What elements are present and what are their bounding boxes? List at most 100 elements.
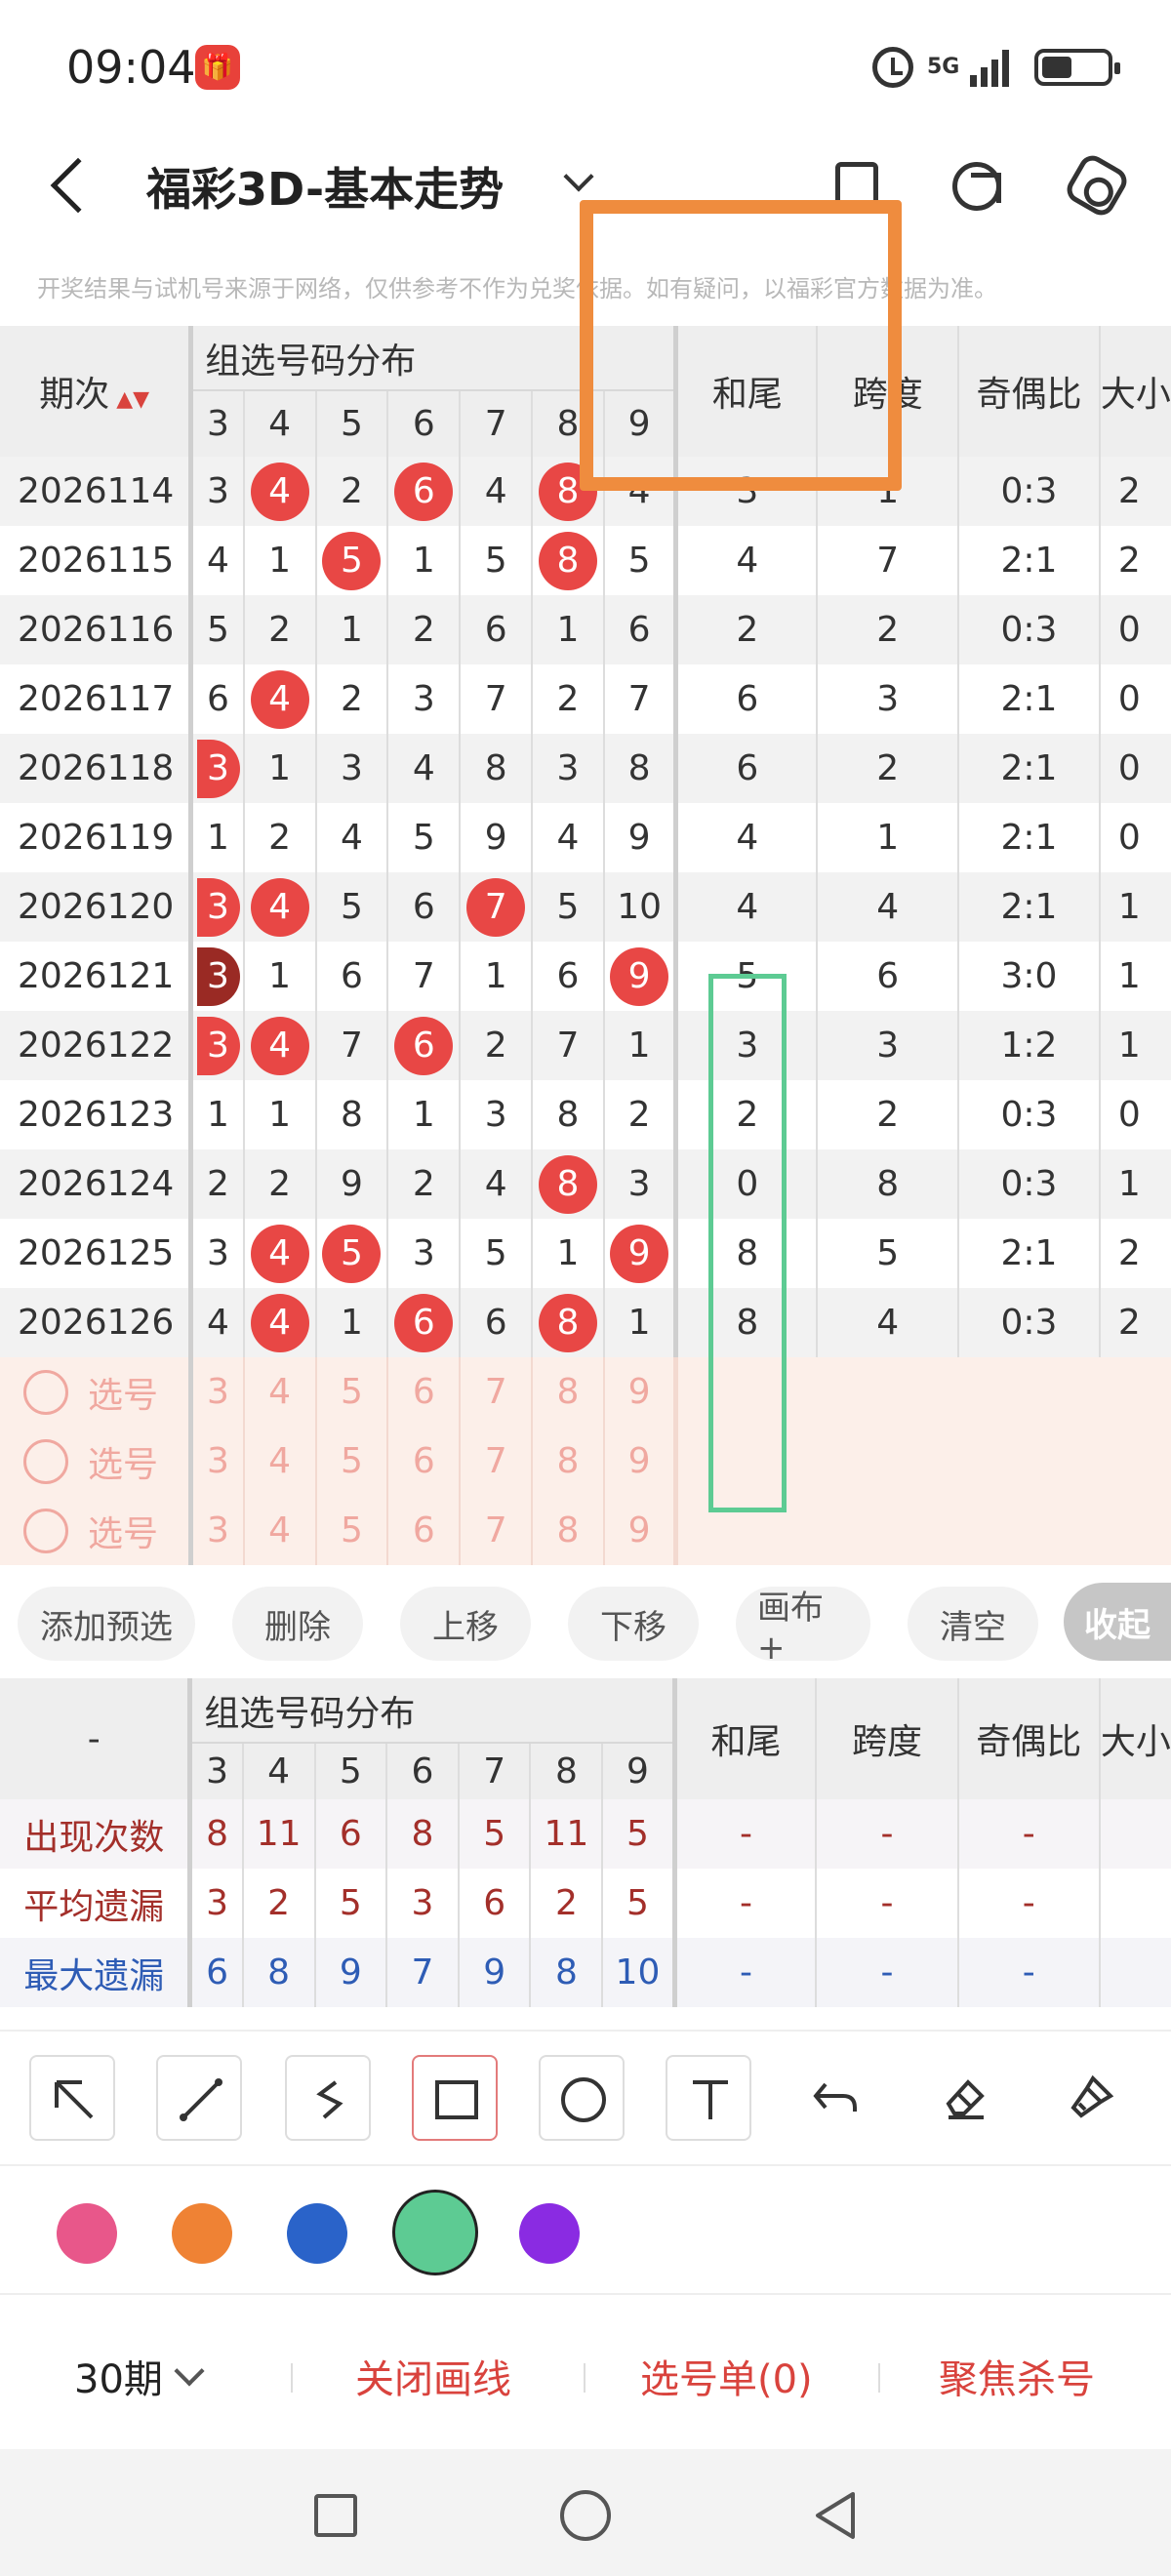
digit-cell[interactable]: 1 (190, 803, 245, 872)
pick-digit[interactable]: 6 (387, 1496, 462, 1565)
digit-cell[interactable]: 1 (315, 595, 389, 664)
digit-cell[interactable]: 5 (460, 526, 534, 595)
period-selector[interactable]: 30期 (74, 2348, 205, 2404)
page-title[interactable]: 福彩3D-基本走势 (146, 154, 504, 219)
pick-digit[interactable]: 7 (460, 1496, 534, 1565)
digit-cell[interactable]: 3 (190, 942, 245, 1011)
digit-cell[interactable]: 4 (532, 803, 605, 872)
digit-cell[interactable]: 9 (315, 1149, 389, 1219)
pick-digit[interactable]: 9 (603, 1357, 679, 1427)
digit-cell[interactable]: 4 (243, 1011, 317, 1080)
digit-cell[interactable]: 2 (315, 457, 389, 526)
back-icon[interactable] (50, 157, 106, 214)
digit-cell[interactable]: 9 (603, 942, 679, 1011)
digit-cell[interactable]: 5 (190, 595, 245, 664)
sort-icon[interactable]: ▲▼ (109, 387, 149, 412)
digit-cell[interactable]: 6 (190, 664, 245, 734)
drawn-rectangle-orange[interactable] (580, 200, 902, 491)
digit-cell[interactable]: 7 (603, 664, 679, 734)
freehand-tool-icon[interactable] (285, 2055, 371, 2141)
digit-cell[interactable]: 6 (603, 595, 679, 664)
settings-icon[interactable] (1062, 150, 1132, 221)
digit-cell[interactable]: 3 (460, 1080, 534, 1149)
digit-cell[interactable]: 9 (603, 1219, 679, 1288)
focus-kill-button[interactable]: 聚焦杀号 (939, 2348, 1095, 2404)
color-swatch-pink[interactable] (57, 2203, 117, 2264)
pick-row[interactable]: 选号 3 4 5 6 7 8 9 (0, 1427, 1171, 1496)
arrow-tool-icon[interactable] (29, 2055, 115, 2141)
digit-cell[interactable]: 1 (190, 1080, 245, 1149)
digit-cell[interactable]: 5 (315, 526, 389, 595)
digit-cell[interactable]: 7 (387, 942, 462, 1011)
clear-button[interactable]: 清空 (908, 1587, 1038, 1661)
digit-cell[interactable]: 3 (190, 872, 245, 942)
delete-button[interactable]: 删除 (232, 1587, 363, 1661)
color-swatch-orange[interactable] (172, 2203, 232, 2264)
digit-cell[interactable]: 1 (387, 526, 462, 595)
digit-cell[interactable]: 1 (243, 734, 317, 803)
digit-cell[interactable]: 6 (315, 942, 389, 1011)
close-drawing-button[interactable]: 关闭画线 (355, 2348, 511, 2404)
drawn-rectangle-green[interactable] (708, 974, 787, 1512)
pick-digit[interactable]: 4 (243, 1496, 317, 1565)
digit-cell[interactable]: 4 (190, 526, 245, 595)
digit-cell[interactable]: 2 (387, 595, 462, 664)
digit-cell[interactable]: 1 (532, 1219, 605, 1288)
pick-digit[interactable]: 9 (603, 1427, 679, 1496)
text-tool-icon[interactable] (666, 2055, 751, 2141)
digit-cell[interactable]: 4 (243, 664, 317, 734)
pick-digit[interactable]: 8 (532, 1357, 605, 1427)
pick-digit[interactable]: 3 (190, 1496, 245, 1565)
digit-cell[interactable]: 6 (387, 457, 462, 526)
digit-cell[interactable]: 3 (532, 734, 605, 803)
move-down-button[interactable]: 下移 (568, 1587, 699, 1661)
pick-digit[interactable]: 3 (190, 1427, 245, 1496)
canvas-plus-button[interactable]: 画布+ (736, 1587, 870, 1668)
eraser-icon[interactable] (921, 2055, 1007, 2141)
digit-cell[interactable]: 6 (532, 942, 605, 1011)
digit-cell[interactable]: 1 (315, 1288, 389, 1357)
pick-digit[interactable]: 7 (460, 1357, 534, 1427)
digit-cell[interactable]: 1 (603, 1011, 679, 1080)
digit-cell[interactable]: 1 (243, 1080, 317, 1149)
digit-cell[interactable]: 7 (460, 664, 534, 734)
pick-digit[interactable]: 8 (532, 1427, 605, 1496)
home-icon[interactable] (560, 2490, 611, 2541)
digit-cell[interactable]: 5 (387, 803, 462, 872)
digit-cell[interactable]: 2 (387, 1149, 462, 1219)
digit-cell[interactable]: 8 (532, 526, 605, 595)
rectangle-tool-icon[interactable] (412, 2055, 498, 2141)
pick-row[interactable]: 选号 3 4 5 6 7 8 9 (0, 1496, 1171, 1565)
issue-header[interactable]: 期次 ▲▼ (0, 326, 194, 457)
digit-cell[interactable]: 7 (532, 1011, 605, 1080)
digit-cell[interactable]: 6 (387, 872, 462, 942)
pick-digit[interactable]: 4 (243, 1427, 317, 1496)
digit-cell[interactable]: 2 (190, 1149, 245, 1219)
recent-apps-icon[interactable] (314, 2494, 357, 2537)
digit-cell[interactable]: 1 (387, 1080, 462, 1149)
digit-cell[interactable]: 2 (315, 664, 389, 734)
digit-cell[interactable]: 8 (532, 1149, 605, 1219)
pick-list-button[interactable]: 选号单(0) (640, 2348, 813, 2404)
chevron-down-icon[interactable] (563, 161, 594, 192)
digit-cell[interactable]: 5 (460, 1219, 534, 1288)
color-swatch-green[interactable] (392, 2190, 478, 2275)
digit-cell[interactable]: 5 (603, 526, 679, 595)
pick-digit[interactable]: 6 (387, 1427, 462, 1496)
digit-cell[interactable]: 3 (190, 1011, 245, 1080)
color-swatch-purple[interactable] (519, 2203, 580, 2264)
digit-cell[interactable]: 2 (532, 664, 605, 734)
digit-cell[interactable]: 1 (532, 595, 605, 664)
digit-cell[interactable]: 5 (532, 872, 605, 942)
digit-cell[interactable]: 3 (387, 1219, 462, 1288)
digit-cell[interactable]: 3 (190, 457, 245, 526)
digit-cell[interactable]: 9 (603, 803, 679, 872)
pick-digit[interactable]: 8 (532, 1496, 605, 1565)
pick-digit[interactable]: 6 (387, 1357, 462, 1427)
digit-cell[interactable]: 3 (315, 734, 389, 803)
digit-cell[interactable]: 3 (190, 1219, 245, 1288)
digit-cell[interactable]: 4 (315, 803, 389, 872)
digit-cell[interactable]: 1 (243, 526, 317, 595)
color-swatch-blue[interactable] (287, 2203, 347, 2264)
share-icon[interactable] (952, 162, 1001, 211)
